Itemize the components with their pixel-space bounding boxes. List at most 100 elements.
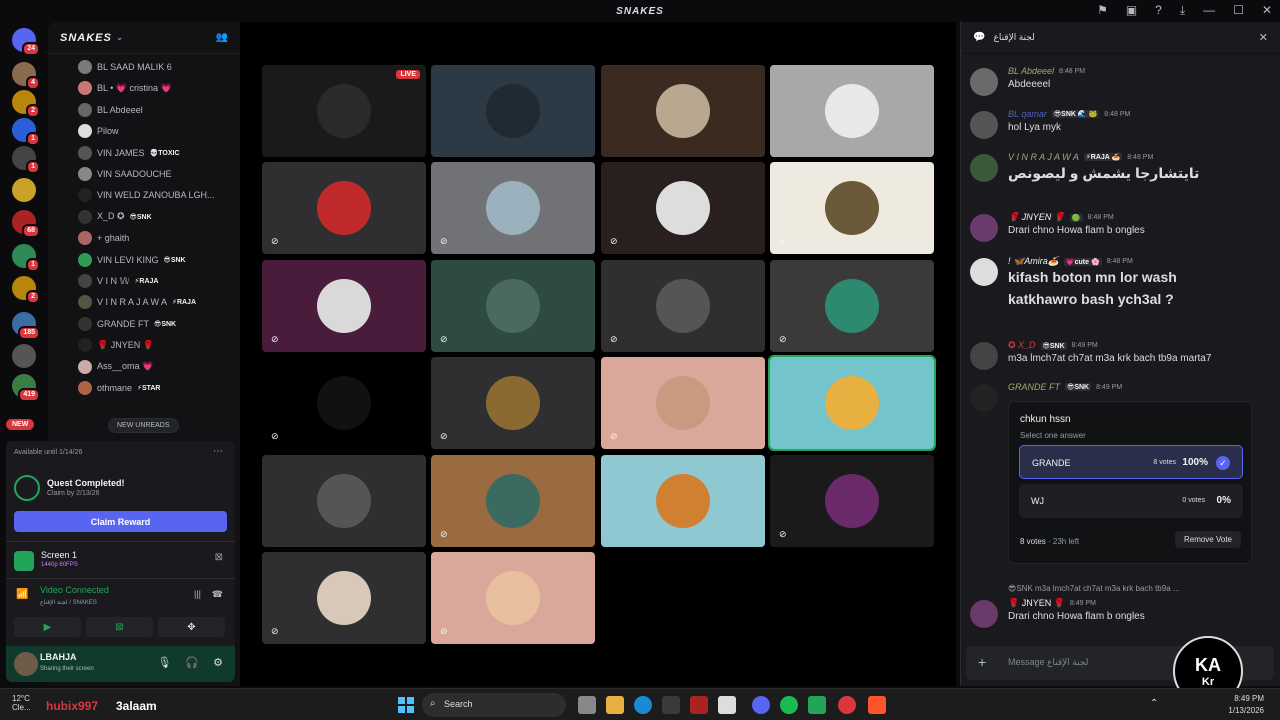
- noise-suppression-icon[interactable]: |||: [194, 589, 201, 599]
- server-icon[interactable]: 2: [12, 276, 40, 304]
- weather-widget[interactable]: 12°C Cle...: [12, 694, 31, 712]
- taskbar-search[interactable]: ⌕ Search: [422, 693, 566, 717]
- server-icon[interactable]: 24: [12, 28, 40, 56]
- avatar[interactable]: [970, 342, 998, 370]
- tray-chevron-icon[interactable]: ⌃: [1150, 698, 1158, 709]
- avatar[interactable]: [970, 68, 998, 96]
- spotify-icon[interactable]: [780, 696, 798, 714]
- stop-stream-icon[interactable]: ⊠: [215, 552, 223, 563]
- server-icon[interactable]: 1: [12, 244, 40, 272]
- participant-tile[interactable]: [770, 65, 934, 157]
- download-icon[interactable]: ⤓: [1180, 3, 1185, 18]
- windows-start-icon[interactable]: [398, 697, 414, 713]
- help-icon[interactable]: ?: [1155, 3, 1162, 18]
- task-view-icon[interactable]: [578, 696, 596, 714]
- reply-preview[interactable]: 😎SNK m3a lmch7at ch7at m3a krk bach tb9a…: [1008, 584, 1180, 593]
- user-name[interactable]: LBAHJA: [40, 652, 77, 662]
- participant-tile[interactable]: ⊘: [601, 260, 765, 352]
- participant-tile[interactable]: [601, 65, 765, 157]
- avatar[interactable]: [970, 600, 998, 628]
- participant-tile[interactable]: ⊘: [262, 552, 426, 644]
- server-icon[interactable]: [12, 344, 36, 368]
- voice-channel[interactable]: لجنة الإقناع / SNAKES: [40, 599, 97, 606]
- server-header[interactable]: SNAKES ⌄ 👥: [48, 22, 240, 54]
- server-icon[interactable]: 419: [12, 374, 40, 402]
- discord-icon[interactable]: [752, 696, 770, 714]
- message-author[interactable]: BL Abdeeel: [1008, 66, 1054, 76]
- voice-member[interactable]: + ghaith⊘: [78, 228, 258, 248]
- server-icon[interactable]: 1: [12, 146, 40, 174]
- screen-share-button[interactable]: ⊠: [86, 617, 153, 637]
- stream-preview[interactable]: Screen 1 1440p 60FPS ⊠: [6, 541, 235, 578]
- voice-member[interactable]: V I N 𝕎⚡RAJA⊘: [78, 271, 258, 291]
- close-icon[interactable]: ✕: [1262, 3, 1272, 18]
- participant-tile[interactable]: ⊘: [431, 162, 595, 254]
- voice-member[interactable]: Ass__oma 💗⊘: [78, 357, 258, 377]
- voice-member[interactable]: 🌹 JNYEN 🌹⊘: [78, 335, 258, 355]
- message-author[interactable]: BL qamar: [1008, 109, 1047, 119]
- disconnect-icon[interactable]: ☎: [212, 589, 223, 600]
- voice-member[interactable]: othmane⚡STAR⊘: [78, 378, 258, 398]
- participant-tile[interactable]: ⊘: [770, 455, 934, 547]
- close-chat-icon[interactable]: ✕: [1259, 31, 1268, 44]
- attach-plus-icon[interactable]: +: [978, 654, 986, 670]
- participant-tile[interactable]: ⊘: [601, 357, 765, 449]
- add-member-icon[interactable]: 👥: [216, 32, 228, 43]
- avatar[interactable]: [970, 258, 998, 286]
- participant-tile[interactable]: [431, 65, 595, 157]
- participant-tile[interactable]: [262, 455, 426, 547]
- edge-icon[interactable]: [634, 696, 652, 714]
- poll-option[interactable]: GRANDE 8 votes 100% ✓: [1019, 445, 1243, 479]
- voice-member[interactable]: VIN JAMES💀TOXIC⊘: [78, 143, 258, 163]
- avatar[interactable]: [14, 652, 38, 676]
- participant-tile[interactable]: ⊘: [770, 162, 934, 254]
- server-icon[interactable]: 68: [12, 210, 40, 238]
- server-icon[interactable]: 4: [12, 62, 40, 90]
- poll-option[interactable]: WJ 0 votes 0%: [1019, 484, 1243, 518]
- participant-tile[interactable]: ⊘: [262, 357, 426, 449]
- voice-member[interactable]: BL Abdeeel⊘: [78, 100, 258, 120]
- activities-button[interactable]: ✥: [158, 617, 225, 637]
- voice-member[interactable]: GRANDE FT😎SNK⊘: [78, 314, 258, 334]
- settings-gear-icon[interactable]: ⚙: [213, 656, 223, 669]
- chrome-icon[interactable]: [838, 696, 856, 714]
- voice-member[interactable]: X_D ✪😎SNK⊘: [78, 207, 258, 227]
- participant-tile[interactable]: ⊘: [770, 260, 934, 352]
- participant-tile[interactable]: ⊘: [431, 357, 595, 449]
- headphones-icon[interactable]: 🎧: [185, 656, 199, 669]
- message-author[interactable]: ✪ X_D: [1008, 340, 1036, 351]
- participant-tile[interactable]: LIVE: [262, 65, 426, 157]
- voice-member[interactable]: V I N R A J A W A⚡RAJA⊘: [78, 292, 258, 312]
- minimize-icon[interactable]: —: [1203, 3, 1215, 18]
- avatar[interactable]: [970, 111, 998, 139]
- voice-member[interactable]: VIN LEVI KING😎SNK⊘: [78, 250, 258, 270]
- notepad-icon[interactable]: [718, 696, 736, 714]
- camera-button[interactable]: ▶: [14, 617, 81, 637]
- remove-vote-button[interactable]: Remove Vote: [1174, 531, 1241, 548]
- voice-member[interactable]: BL • 💗 cristina 💗⊘: [78, 78, 258, 98]
- server-icon[interactable]: 2: [12, 90, 40, 118]
- more-icon[interactable]: ⋯: [213, 446, 223, 457]
- voice-member[interactable]: Pilow⊘: [78, 121, 258, 141]
- file-explorer-icon[interactable]: [606, 696, 624, 714]
- message-author[interactable]: GRANDE FT: [1008, 382, 1060, 392]
- participant-tile[interactable]: ⊘: [431, 260, 595, 352]
- new-pill[interactable]: NEW: [6, 419, 35, 430]
- inbox-icon[interactable]: ▣: [1126, 3, 1137, 18]
- participant-tile[interactable]: [601, 455, 765, 547]
- voice-member[interactable]: BL SAAD MALIK 6⊘: [78, 57, 258, 77]
- participant-tile[interactable]: [768, 355, 936, 451]
- participant-tile[interactable]: ⊘: [262, 260, 426, 352]
- avatar[interactable]: [970, 384, 998, 412]
- brave-icon[interactable]: [868, 696, 886, 714]
- avatar[interactable]: [970, 154, 998, 182]
- flag-icon[interactable]: ⚑: [1097, 3, 1108, 18]
- message-author[interactable]: V I N R A J A W A: [1008, 152, 1079, 162]
- game-icon[interactable]: [808, 696, 826, 714]
- voice-member[interactable]: VIN SAADOUCHE⊘: [78, 164, 258, 184]
- message-author[interactable]: ! 🦋Amira🍝: [1008, 256, 1059, 267]
- store-icon[interactable]: [662, 696, 680, 714]
- maximize-icon[interactable]: ☐: [1233, 3, 1244, 18]
- participant-tile[interactable]: ⊘: [431, 455, 595, 547]
- new-unreads-pill[interactable]: NEW UNREADS: [108, 418, 179, 433]
